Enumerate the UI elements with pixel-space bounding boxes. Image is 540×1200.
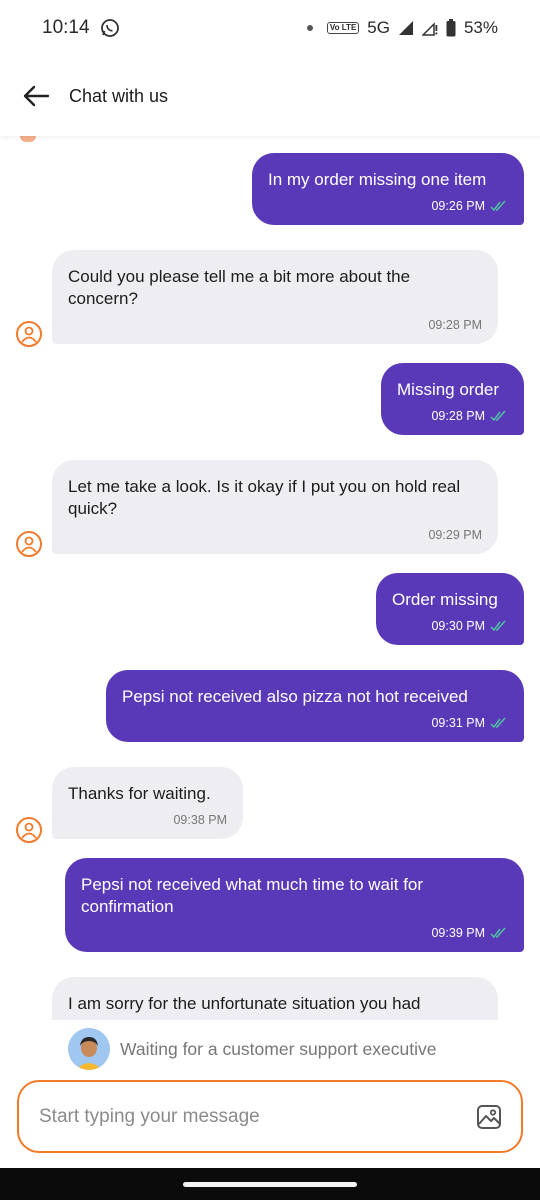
message-text: Thanks for waiting. [68, 784, 211, 803]
message-text: In my order missing one item [268, 170, 487, 189]
message-text: I am sorry for the unfortunate situation… [68, 994, 421, 1013]
volte-badge: Vo LTE [326, 22, 360, 34]
message-incoming[interactable]: I am sorry for the unfortunate situation… [52, 977, 498, 1020]
notification-dot-icon [306, 25, 313, 31]
avatar-peek [20, 136, 36, 142]
agent-avatar-icon [16, 817, 42, 843]
message-meta: 09:28 PM [68, 318, 482, 332]
arrow-left-icon [23, 85, 50, 107]
message-text: Missing order [397, 380, 500, 399]
message-input[interactable] [39, 1105, 475, 1128]
message-composer [17, 1080, 523, 1153]
status-time: 10:14 [42, 17, 90, 38]
message-text: Pepsi not received also pizza not hot re… [122, 687, 468, 706]
chat-thread[interactable]: In my order missing one item 09:26 PM Co… [0, 136, 540, 1020]
image-icon [477, 1104, 501, 1129]
message-outgoing[interactable]: In my order missing one item 09:26 PM [252, 153, 524, 225]
read-ticks-icon [490, 620, 506, 632]
home-gesture-handle[interactable] [183, 1181, 357, 1187]
message-time: 09:31 PM [431, 716, 485, 730]
message-outgoing[interactable]: Pepsi not received also pizza not hot re… [106, 670, 524, 742]
status-right: Vo LTE 5G 53% [306, 18, 498, 38]
message-time: 09:38 PM [173, 813, 227, 827]
agent-avatar-icon [16, 531, 42, 557]
message-meta: 09:29 PM [68, 528, 482, 542]
message-incoming[interactable]: Could you please tell me a bit more abou… [52, 250, 498, 344]
message-meta: 09:31 PM [122, 716, 508, 730]
message-meta: 09:38 PM [68, 813, 227, 827]
signal-alert-icon [421, 22, 438, 36]
network-type: 5G [367, 18, 390, 37]
message-meta: 09:28 PM [397, 409, 508, 423]
battery-icon [446, 19, 456, 37]
message-outgoing[interactable]: Missing order 09:28 PM [381, 363, 524, 435]
system-nav-bar [0, 1168, 540, 1200]
message-time: 09:28 PM [431, 409, 485, 423]
message-text: Pepsi not received what much time to wai… [81, 875, 424, 916]
message-time: 09:30 PM [431, 619, 485, 633]
message-time: 09:26 PM [431, 199, 485, 213]
signal-icon [398, 21, 413, 35]
status-left: 10:14 [42, 17, 120, 39]
message-outgoing[interactable]: Order missing 09:30 PM [376, 573, 524, 645]
message-incoming[interactable]: Let me take a look. Is it okay if I put … [52, 460, 498, 554]
waiting-text: Waiting for a customer support executive [120, 1038, 437, 1059]
status-bar: 10:14 Vo LTE 5G 53% [0, 0, 540, 56]
whatsapp-icon [100, 19, 119, 37]
read-ticks-icon [490, 927, 506, 939]
page-title: Chat with us [69, 85, 169, 106]
message-incoming[interactable]: Thanks for waiting. 09:38 PM [52, 767, 243, 839]
message-meta: 09:30 PM [392, 619, 508, 633]
message-outgoing[interactable]: Pepsi not received what much time to wai… [65, 858, 524, 952]
read-ticks-icon [490, 200, 506, 212]
read-ticks-icon [490, 717, 506, 729]
back-button[interactable] [20, 80, 52, 112]
battery-percent: 53% [463, 18, 498, 37]
agent-avatar-icon [16, 321, 42, 347]
message-meta: 09:26 PM [268, 199, 508, 213]
message-time: 09:29 PM [428, 528, 482, 542]
message-text: Order missing [392, 590, 498, 609]
attach-image-button[interactable] [475, 1103, 503, 1131]
app-bar: Chat with us [0, 56, 540, 136]
waiting-banner: Waiting for a customer support executive [68, 1026, 436, 1072]
message-meta: 09:39 PM [81, 926, 508, 940]
read-ticks-icon [490, 410, 506, 422]
message-time: 09:28 PM [428, 318, 482, 332]
message-text: Could you please tell me a bit more abou… [68, 267, 411, 308]
message-time: 09:39 PM [431, 926, 485, 940]
support-agent-avatar-icon [68, 1028, 110, 1070]
message-text: Let me take a look. Is it okay if I put … [68, 477, 461, 518]
